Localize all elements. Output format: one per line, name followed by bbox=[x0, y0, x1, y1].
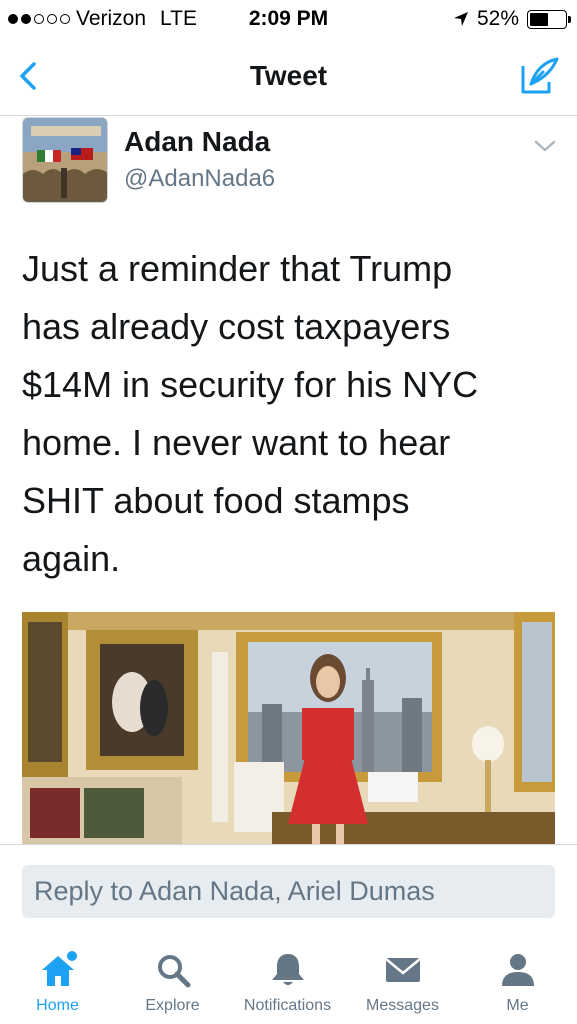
tweet-image[interactable] bbox=[22, 612, 555, 844]
tab-label: Me bbox=[506, 997, 529, 1014]
tab-label: Home bbox=[36, 997, 79, 1014]
tab-bar: Home Explore Notifications Messages Me bbox=[0, 934, 577, 1024]
search-icon bbox=[157, 955, 190, 988]
tab-label: Explore bbox=[145, 997, 200, 1014]
compose-tweet-icon[interactable] bbox=[517, 54, 561, 98]
location-arrow-icon bbox=[453, 12, 468, 26]
home-icon bbox=[41, 951, 77, 986]
tweet-text-line: SHIT about food stamps bbox=[22, 480, 410, 521]
display-name[interactable]: Adan Nada bbox=[124, 126, 270, 158]
tab-explore[interactable]: Explore bbox=[115, 934, 230, 1024]
tweet-text-line: home. I never want to hear bbox=[22, 422, 451, 463]
person-icon bbox=[501, 954, 534, 986]
nav-bar: Tweet bbox=[0, 38, 577, 116]
tweet-text: Just a reminder that Trump has already c… bbox=[22, 240, 552, 588]
user-handle[interactable]: @AdanNada6 bbox=[124, 165, 275, 193]
status-right: 52% bbox=[453, 7, 571, 31]
tab-me[interactable]: Me bbox=[460, 934, 575, 1024]
tweet-text-line: $14M in security for his NYC bbox=[22, 364, 479, 405]
tweet-text-line: Just a reminder that Trump bbox=[22, 248, 453, 289]
tweet-text-line: again. bbox=[22, 538, 121, 579]
tweet-text-line: has already cost taxpayers bbox=[22, 306, 451, 347]
bell-icon bbox=[271, 954, 304, 985]
tab-home[interactable]: Home bbox=[0, 934, 115, 1024]
tab-messages[interactable]: Messages bbox=[345, 934, 460, 1024]
reply-input[interactable]: Reply to Adan Nada, Ariel Dumas bbox=[22, 865, 555, 918]
battery-icon bbox=[527, 9, 571, 29]
tab-notifications[interactable]: Notifications bbox=[230, 934, 345, 1024]
status-bar: Verizon LTE 2:09 PM 52% bbox=[0, 0, 577, 38]
envelope-icon bbox=[384, 958, 421, 982]
tab-label: Notifications bbox=[243, 997, 332, 1014]
chevron-down-icon[interactable] bbox=[533, 136, 557, 156]
avatar[interactable] bbox=[22, 117, 108, 203]
tab-label: Messages bbox=[366, 997, 439, 1014]
battery-percent: 52% bbox=[476, 7, 519, 30]
reply-bar: Reply to Adan Nada, Ariel Dumas bbox=[0, 844, 577, 934]
battery-level bbox=[530, 12, 548, 26]
page-title: Tweet bbox=[249, 60, 328, 91]
